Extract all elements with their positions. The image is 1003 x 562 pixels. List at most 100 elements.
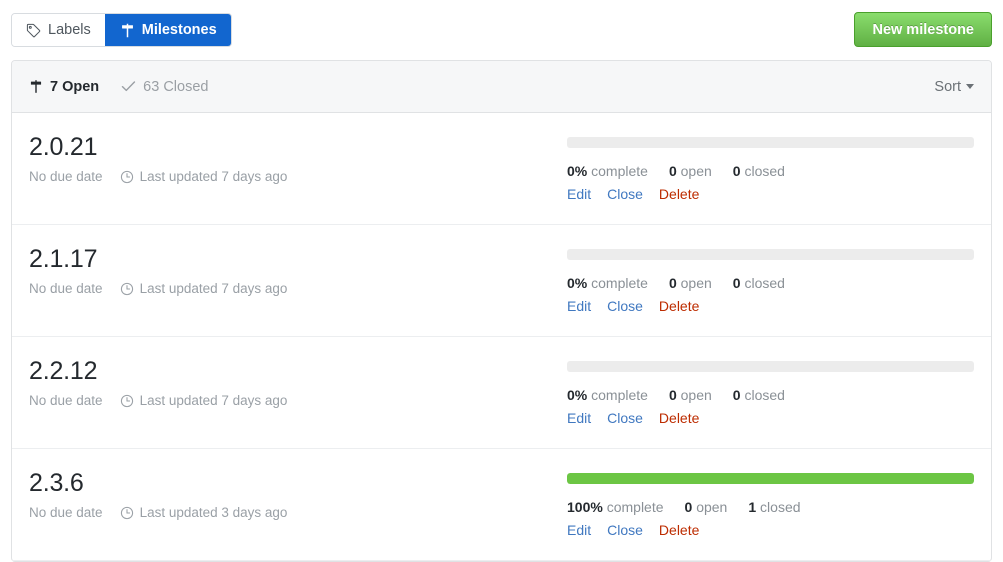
clock-icon [120, 506, 134, 520]
stat-closed-label: closed [744, 275, 785, 291]
milestone-progress-area: 0% complete 0 open 0 closed Edit Close D… [567, 357, 974, 426]
milestone-actions: Edit Close Delete [567, 298, 974, 314]
stat-complete: 100% complete [567, 499, 664, 515]
filter-closed-milestones[interactable]: 63 Closed [121, 79, 208, 95]
stat-closed: 0 closed [733, 163, 785, 179]
tab-labels[interactable]: Labels [12, 14, 105, 46]
new-milestone-label: New milestone [872, 21, 974, 38]
delete-milestone-link[interactable]: Delete [659, 186, 699, 202]
stat-open-value: 0 [668, 163, 677, 179]
edit-milestone-link[interactable]: Edit [567, 298, 591, 314]
milestone-list-container: 7 Open 63 Closed Sort 2.0.21 No due date [11, 60, 992, 562]
milestone-title[interactable]: 2.3.6 [29, 470, 567, 497]
stat-open: 0 open [669, 275, 712, 291]
new-milestone-button[interactable]: New milestone [854, 12, 992, 47]
clock-icon [120, 170, 134, 184]
close-milestone-link[interactable]: Close [607, 522, 643, 538]
milestone-stats: 0% complete 0 open 0 closed [567, 275, 974, 291]
stat-closed-label: closed [760, 499, 801, 515]
clock-icon [120, 394, 134, 408]
stat-complete-value: 100% [567, 499, 603, 515]
milestone-updated: Last updated 3 days ago [139, 505, 288, 521]
label-milestone-tab-group: Labels Milestones [11, 13, 232, 47]
filter-open-label: 7 Open [50, 78, 100, 95]
page-toolbar: Labels Milestones New milestone [0, 0, 1003, 60]
tag-icon [26, 23, 41, 38]
milestone-info: 2.1.17 No due date Last updated 7 days a… [29, 245, 567, 297]
sort-dropdown[interactable]: Sort [934, 79, 974, 95]
close-milestone-link[interactable]: Close [607, 410, 643, 426]
milestone-title[interactable]: 2.2.12 [29, 358, 567, 385]
milestone-info: 2.3.6 No due date Last updated 3 days ag… [29, 469, 567, 521]
stat-open: 0 open [685, 499, 728, 515]
milestone-due-date: No due date [29, 505, 103, 521]
stat-complete-value: 0% [567, 275, 588, 291]
stat-closed-value: 1 [748, 499, 757, 515]
milestone-actions: Edit Close Delete [567, 522, 974, 538]
close-milestone-link[interactable]: Close [607, 298, 643, 314]
stat-complete: 0% complete [567, 275, 648, 291]
stat-closed-label: closed [744, 163, 785, 179]
stat-open-value: 0 [684, 499, 693, 515]
clock-icon [120, 282, 134, 296]
delete-milestone-link[interactable]: Delete [659, 410, 699, 426]
stat-closed: 0 closed [733, 387, 785, 403]
stat-open-label: open [680, 163, 712, 179]
stat-complete: 0% complete [567, 387, 648, 403]
milestone-meta: No due date Last updated 3 days ago [29, 505, 567, 520]
tab-milestones[interactable]: Milestones [104, 14, 231, 46]
stat-complete-label: complete [606, 499, 664, 515]
milestone-updated: Last updated 7 days ago [139, 169, 288, 185]
stat-closed: 0 closed [733, 275, 785, 291]
milestone-meta: No due date Last updated 7 days ago [29, 169, 567, 184]
stat-open: 0 open [669, 163, 712, 179]
progress-bar-track [567, 249, 974, 260]
milestone-due-date: No due date [29, 393, 103, 409]
edit-milestone-link[interactable]: Edit [567, 522, 591, 538]
sort-label: Sort [934, 78, 961, 95]
milestone-rows: 2.0.21 No due date Last updated 7 days a… [12, 113, 991, 561]
stat-closed-value: 0 [732, 275, 741, 291]
filter-closed-label: 63 Closed [143, 78, 209, 95]
check-icon [121, 80, 136, 93]
close-milestone-link[interactable]: Close [607, 186, 643, 202]
milestone-actions: Edit Close Delete [567, 410, 974, 426]
progress-bar-track [567, 137, 974, 148]
stat-complete: 0% complete [567, 163, 648, 179]
progress-bar-fill [567, 473, 974, 484]
stat-closed: 1 closed [748, 499, 800, 515]
stat-closed-value: 0 [732, 163, 741, 179]
milestone-row: 2.0.21 No due date Last updated 7 days a… [12, 113, 991, 225]
milestone-title[interactable]: 2.1.17 [29, 246, 567, 273]
stat-closed-value: 0 [732, 387, 741, 403]
tab-labels-label: Labels [48, 22, 91, 38]
milestone-progress-area: 0% complete 0 open 0 closed Edit Close D… [567, 245, 974, 314]
milestone-row: 2.1.17 No due date Last updated 7 days a… [12, 225, 991, 337]
caret-down-icon [966, 84, 974, 89]
state-filters: 7 Open 63 Closed [29, 79, 208, 95]
milestone-actions: Edit Close Delete [567, 186, 974, 202]
milestone-title[interactable]: 2.0.21 [29, 134, 567, 161]
milestone-list-header: 7 Open 63 Closed Sort [12, 61, 991, 113]
tab-milestones-label: Milestones [141, 22, 217, 38]
progress-bar-track [567, 473, 974, 484]
delete-milestone-link[interactable]: Delete [659, 522, 699, 538]
edit-milestone-link[interactable]: Edit [567, 410, 591, 426]
stat-complete-value: 0% [567, 163, 588, 179]
stat-complete-label: complete [591, 163, 648, 179]
stat-complete-label: complete [591, 275, 648, 291]
milestone-stats: 100% complete 0 open 1 closed [567, 499, 974, 515]
progress-bar-track [567, 361, 974, 372]
milestone-updated: Last updated 7 days ago [139, 393, 288, 409]
milestone-info: 2.2.12 No due date Last updated 7 days a… [29, 357, 567, 409]
stat-open-value: 0 [668, 387, 677, 403]
edit-milestone-link[interactable]: Edit [567, 186, 591, 202]
filter-open-milestones[interactable]: 7 Open [29, 79, 99, 95]
stat-complete-value: 0% [567, 387, 588, 403]
milestone-due-date: No due date [29, 169, 103, 185]
milestone-progress-area: 0% complete 0 open 0 closed Edit Close D… [567, 133, 974, 202]
stat-open: 0 open [669, 387, 712, 403]
milestone-due-date: No due date [29, 281, 103, 297]
stat-open-label: open [696, 499, 728, 515]
delete-milestone-link[interactable]: Delete [659, 298, 699, 314]
